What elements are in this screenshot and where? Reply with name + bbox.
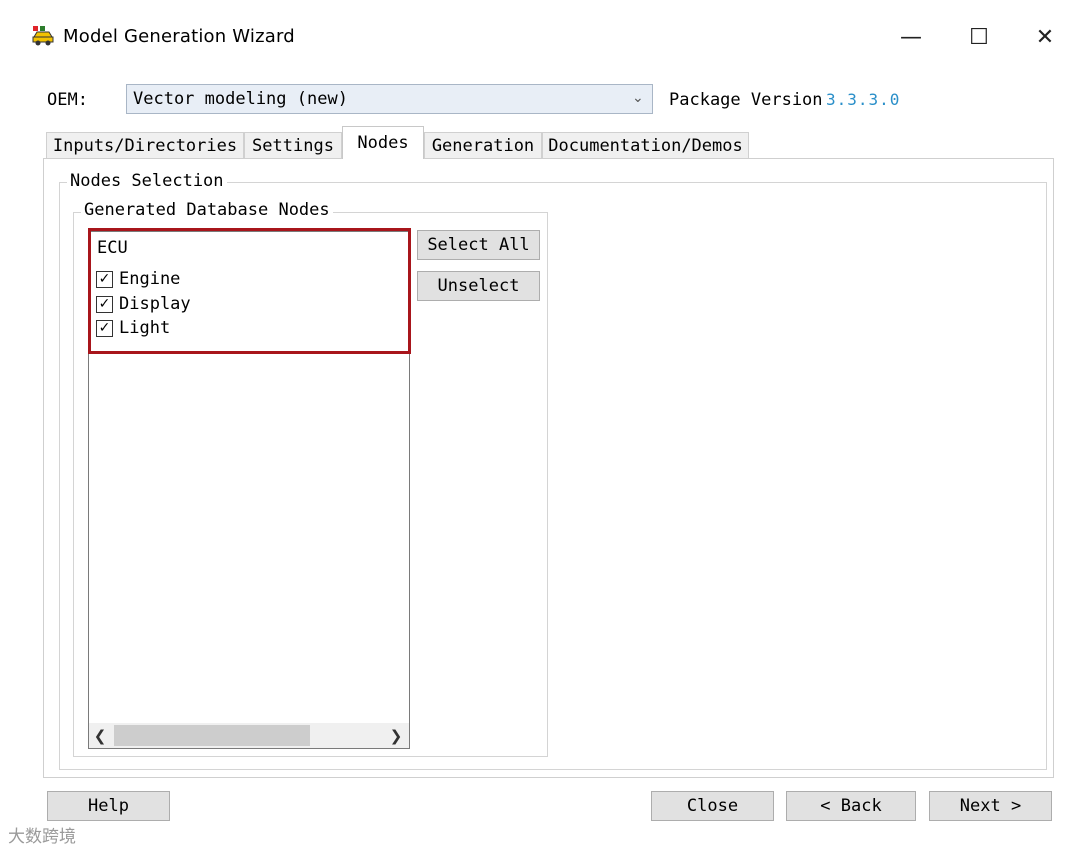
- tab-documentation-demos[interactable]: Documentation/Demos: [542, 132, 749, 158]
- generated-database-nodes-label: Generated Database Nodes: [81, 200, 333, 220]
- oem-dropdown[interactable]: Vector modeling (new): [126, 84, 653, 114]
- package-version-value: 3.3.3.0: [826, 90, 901, 109]
- select-all-button[interactable]: Select All: [417, 230, 540, 260]
- maximize-button[interactable]: ☐: [950, 14, 1008, 60]
- tab-settings[interactable]: Settings: [244, 132, 342, 158]
- chevron-down-icon[interactable]: ⌄: [632, 90, 644, 106]
- highlight-box: [88, 228, 411, 354]
- close-button[interactable]: Close: [651, 791, 774, 821]
- scroll-right-icon[interactable]: ❯: [385, 723, 407, 748]
- nodes-selection-label: Nodes Selection: [67, 171, 227, 191]
- oem-selected-value: Vector modeling (new): [133, 89, 348, 109]
- car-app-icon: [32, 26, 54, 46]
- back-button[interactable]: < Back: [786, 791, 916, 821]
- package-version-label: Package Version: [669, 90, 823, 110]
- tab-nodes[interactable]: Nodes: [342, 126, 424, 159]
- tab-inputs-directories[interactable]: Inputs/Directories: [46, 132, 244, 158]
- close-window-button[interactable]: ✕: [1016, 14, 1074, 60]
- window-title: Model Generation Wizard: [63, 26, 295, 47]
- watermark: 大数跨境: [8, 827, 76, 847]
- next-button[interactable]: Next >: [929, 791, 1052, 821]
- tab-generation[interactable]: Generation: [424, 132, 542, 158]
- minimize-button[interactable]: —: [882, 14, 940, 60]
- scroll-thumb[interactable]: [114, 725, 310, 746]
- oem-label: OEM:: [47, 90, 88, 110]
- scroll-left-icon[interactable]: ❮: [89, 723, 111, 748]
- unselect-button[interactable]: Unselect: [417, 271, 540, 301]
- help-button[interactable]: Help: [47, 791, 170, 821]
